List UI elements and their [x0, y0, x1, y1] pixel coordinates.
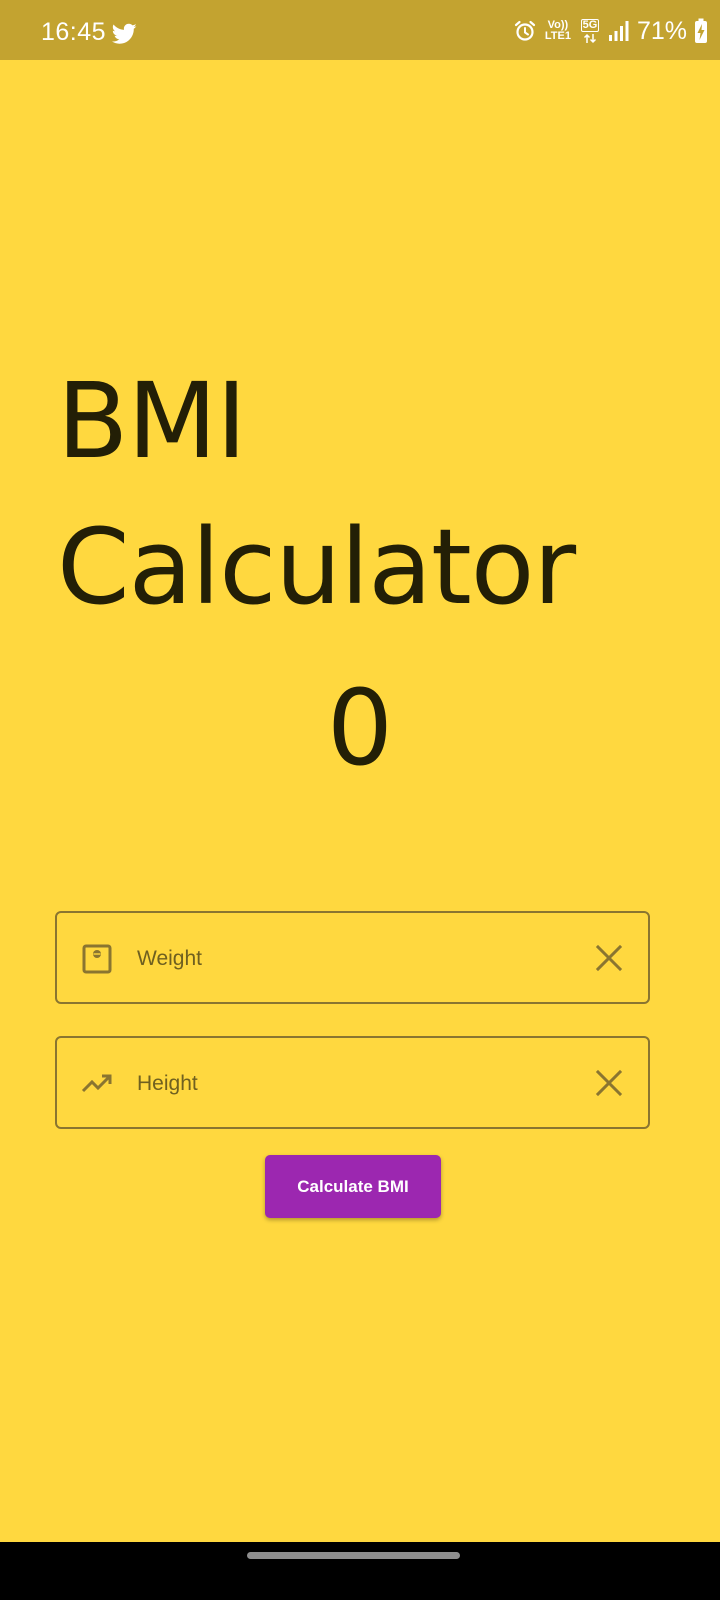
navigation-bar: [0, 1542, 720, 1600]
status-time: 16:45: [41, 18, 107, 46]
height-field[interactable]: [55, 1036, 650, 1129]
alarm-icon: [514, 20, 536, 41]
weight-field[interactable]: [55, 911, 650, 1004]
network-indicator: 5G: [579, 18, 601, 44]
status-bar: 16:45 Vo)) LTE1 5G 71%: [0, 0, 720, 60]
signal-icon: [608, 21, 629, 41]
clear-weight-icon[interactable]: [595, 944, 623, 972]
network-type-label: 5G: [580, 18, 600, 32]
trending-up-icon: [81, 1074, 112, 1093]
bmi-result: 0: [326, 667, 394, 789]
data-arrows-icon: [583, 33, 596, 43]
home-gesture-handle[interactable]: [247, 1552, 460, 1559]
battery-percentage: 71%: [636, 16, 687, 45]
height-input[interactable]: [137, 1066, 557, 1102]
clear-height-icon[interactable]: [595, 1069, 623, 1097]
status-indicators: Vo)) LTE1 5G 71%: [513, 16, 708, 46]
weight-input[interactable]: [137, 941, 557, 977]
lte-label: LTE1: [544, 30, 571, 42]
scale-icon: [82, 944, 112, 974]
page-title: BMI Calculator: [57, 360, 576, 628]
battery-charging-icon: [695, 18, 707, 43]
twitter-icon: [112, 23, 137, 44]
calculate-bmi-button[interactable]: Calculate BMI: [265, 1155, 441, 1218]
volte-indicator: Vo)) LTE1: [544, 20, 572, 42]
